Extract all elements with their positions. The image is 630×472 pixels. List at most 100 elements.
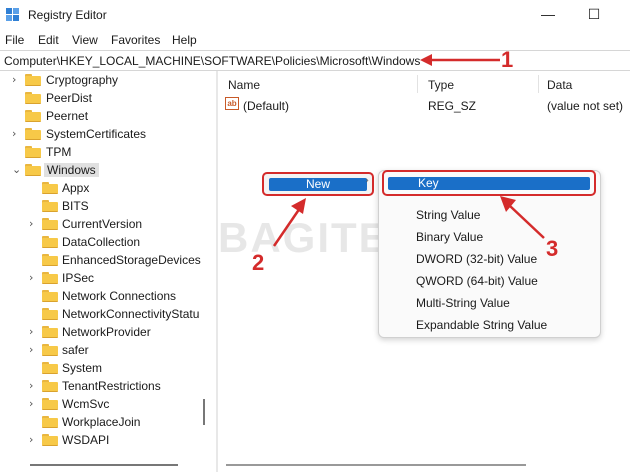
- tree-item[interactable]: WorkplaceJoin: [0, 413, 214, 431]
- menu-view[interactable]: View: [72, 33, 98, 47]
- tree-item-label: NetworkProvider: [62, 325, 151, 339]
- annotation-number-2: 2: [252, 250, 265, 275]
- tree-item-label: WcmSvc: [62, 397, 110, 411]
- menu-item-string-value[interactable]: String Value: [416, 208, 480, 222]
- registry-tree[interactable]: › Cryptography PeerDist Peernet › System…: [0, 71, 214, 457]
- column-header-data[interactable]: Data: [547, 78, 572, 92]
- tree-item[interactable]: DataCollection: [0, 233, 214, 251]
- tree-item-label: WSDAPI: [62, 433, 110, 447]
- folder-icon: [25, 164, 41, 176]
- tree-item[interactable]: Appx: [0, 179, 214, 197]
- chevron-right-icon[interactable]: ›: [12, 73, 22, 87]
- address-bar[interactable]: Computer\HKEY_LOCAL_MACHINE\SOFTWARE\Pol…: [0, 50, 630, 71]
- string-value-icon: ab: [225, 97, 239, 110]
- column-header-name[interactable]: Name: [228, 78, 260, 92]
- menu-file[interactable]: File: [5, 33, 24, 47]
- tree-item[interactable]: › CurrentVersion: [0, 215, 214, 233]
- folder-icon: [25, 128, 41, 140]
- chevron-right-icon[interactable]: ›: [29, 397, 39, 411]
- menu-item-new-label[interactable]: New: [269, 178, 367, 191]
- menu-help[interactable]: Help: [172, 33, 197, 47]
- folder-icon: [42, 344, 58, 356]
- folder-icon: [42, 416, 58, 428]
- tree-item-label: TenantRestrictions: [62, 379, 161, 393]
- value-data: (value not set): [547, 99, 624, 113]
- minimize-button[interactable]: —: [536, 4, 560, 24]
- folder-icon: [42, 380, 58, 392]
- tree-item[interactable]: PeerDist: [0, 89, 214, 107]
- tree-item[interactable]: › SystemCertificates: [0, 125, 214, 143]
- tree-item[interactable]: › IPSec: [0, 269, 214, 287]
- tree-item[interactable]: › Cryptography: [0, 71, 214, 89]
- tree-item[interactable]: Peernet: [0, 107, 214, 125]
- annotation-number-3: 3: [546, 236, 559, 261]
- tree-item[interactable]: › safer: [0, 341, 214, 359]
- title-bar: Registry Editor — ☐: [0, 0, 630, 30]
- tree-vertical-scrollbar[interactable]: [203, 399, 205, 425]
- menu-item-key[interactable]: Key: [382, 170, 596, 196]
- menu-item-qword-value[interactable]: QWORD (64-bit) Value: [416, 274, 538, 288]
- tree-item[interactable]: › WcmSvc: [0, 395, 214, 413]
- folder-icon: [42, 326, 58, 338]
- tree-item-selected[interactable]: ⌄ Windows: [0, 161, 214, 179]
- tree-item-label: DataCollection: [62, 235, 141, 249]
- pane-splitter[interactable]: [216, 71, 218, 472]
- window-title: Registry Editor: [28, 8, 107, 22]
- chevron-right-icon: ›: [365, 176, 369, 186]
- tree-item[interactable]: Network Connections: [0, 287, 214, 305]
- menu-item-dword-value[interactable]: DWORD (32-bit) Value: [416, 252, 537, 266]
- folder-icon: [42, 434, 58, 446]
- chevron-right-icon[interactable]: ›: [29, 325, 39, 339]
- tree-item[interactable]: EnhancedStorageDevices: [0, 251, 214, 269]
- folder-icon: [42, 182, 58, 194]
- tree-item-label: System: [62, 361, 103, 375]
- tree-item[interactable]: NetworkConnectivityStatu: [0, 305, 214, 323]
- folder-icon: [42, 254, 58, 266]
- column-header-type[interactable]: Type: [428, 78, 454, 92]
- tree-item[interactable]: System: [0, 359, 214, 377]
- chevron-right-icon[interactable]: ›: [29, 217, 39, 231]
- tree-item-label: SystemCertificates: [46, 127, 147, 141]
- menu-item-key-label[interactable]: Key: [388, 177, 590, 190]
- folder-icon: [42, 200, 58, 212]
- menu-favorites[interactable]: Favorites: [111, 33, 160, 47]
- tree-horizontal-scrollbar[interactable]: [0, 457, 214, 472]
- list-horizontal-scrollbar[interactable]: [220, 457, 630, 472]
- chevron-right-icon[interactable]: ›: [29, 433, 39, 447]
- column-divider[interactable]: [538, 75, 539, 93]
- tree-item[interactable]: BITS: [0, 197, 214, 215]
- tree-item[interactable]: › NetworkProvider: [0, 323, 214, 341]
- chevron-down-icon[interactable]: ⌄: [12, 163, 22, 177]
- column-divider[interactable]: [417, 75, 418, 93]
- menu-item-new[interactable]: New ›: [262, 172, 374, 196]
- folder-icon: [42, 236, 58, 248]
- chevron-right-icon[interactable]: ›: [29, 271, 39, 285]
- tree-item-label: Appx: [62, 181, 90, 195]
- chevron-right-icon[interactable]: ›: [29, 379, 39, 393]
- menu-item-expandable-string-value[interactable]: Expandable String Value: [416, 318, 547, 332]
- folder-icon: [25, 146, 41, 158]
- tree-item[interactable]: › WSDAPI: [0, 431, 214, 449]
- chevron-right-icon[interactable]: ›: [12, 127, 22, 141]
- menu-item-multi-string-value[interactable]: Multi-String Value: [416, 296, 510, 310]
- address-path[interactable]: Computer\HKEY_LOCAL_MACHINE\SOFTWARE\Pol…: [4, 54, 420, 68]
- annotation-arrow-3: [500, 196, 545, 239]
- registry-icon: [6, 8, 22, 22]
- scroll-thumb[interactable]: [30, 464, 178, 466]
- menu-edit[interactable]: Edit: [38, 33, 59, 47]
- annotation-arrow-1: [420, 54, 500, 66]
- maximize-button[interactable]: ☐: [582, 4, 606, 24]
- table-row[interactable]: ab (Default) REG_SZ (value not set): [225, 97, 630, 115]
- annotation-arrow-2: [272, 198, 306, 247]
- chevron-right-icon[interactable]: ›: [29, 343, 39, 357]
- menu-item-binary-value[interactable]: Binary Value: [416, 230, 483, 244]
- scroll-thumb[interactable]: [226, 464, 526, 466]
- tree-item[interactable]: TPM: [0, 143, 214, 161]
- tree-item-label: Windows: [44, 163, 99, 177]
- folder-icon: [42, 398, 58, 410]
- tree-item-label: Peernet: [46, 109, 89, 123]
- value-name: (Default): [243, 99, 290, 113]
- tree-item[interactable]: › TenantRestrictions: [0, 377, 214, 395]
- tree-item-label: safer: [62, 343, 89, 357]
- folder-icon: [42, 362, 58, 374]
